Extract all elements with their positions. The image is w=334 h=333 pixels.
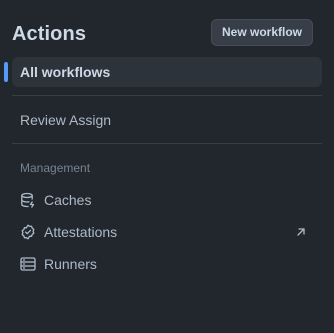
sidebar-header: Actions New workflow [12, 19, 322, 49]
verified-check-icon [20, 224, 36, 240]
section-title-management: Management [20, 161, 91, 175]
nav-item-label: Attestations [44, 224, 118, 240]
actions-sidebar: Actions New workflow All workflows Revie… [0, 0, 334, 333]
divider [12, 143, 322, 144]
divider [12, 95, 322, 96]
database-icon [20, 192, 36, 208]
nav-item-attestations[interactable]: Attestations [12, 217, 322, 247]
nav-item-review-assign[interactable]: Review Assign [12, 105, 322, 135]
nav-item-label: Review Assign [20, 112, 112, 128]
server-icon [20, 256, 36, 272]
page-title: Actions [12, 23, 87, 45]
nav-item-label: All workflows [20, 64, 111, 80]
external-link-icon [294, 225, 308, 239]
nav-item-runners[interactable]: Runners [12, 249, 322, 279]
new-workflow-button[interactable]: New workflow [211, 19, 313, 46]
nav-item-caches[interactable]: Caches [12, 185, 322, 215]
active-indicator [4, 62, 8, 82]
nav-item-all-workflows[interactable]: All workflows [4, 57, 322, 87]
nav-item-label: Runners [44, 256, 97, 272]
nav-item-label: Caches [44, 192, 92, 208]
